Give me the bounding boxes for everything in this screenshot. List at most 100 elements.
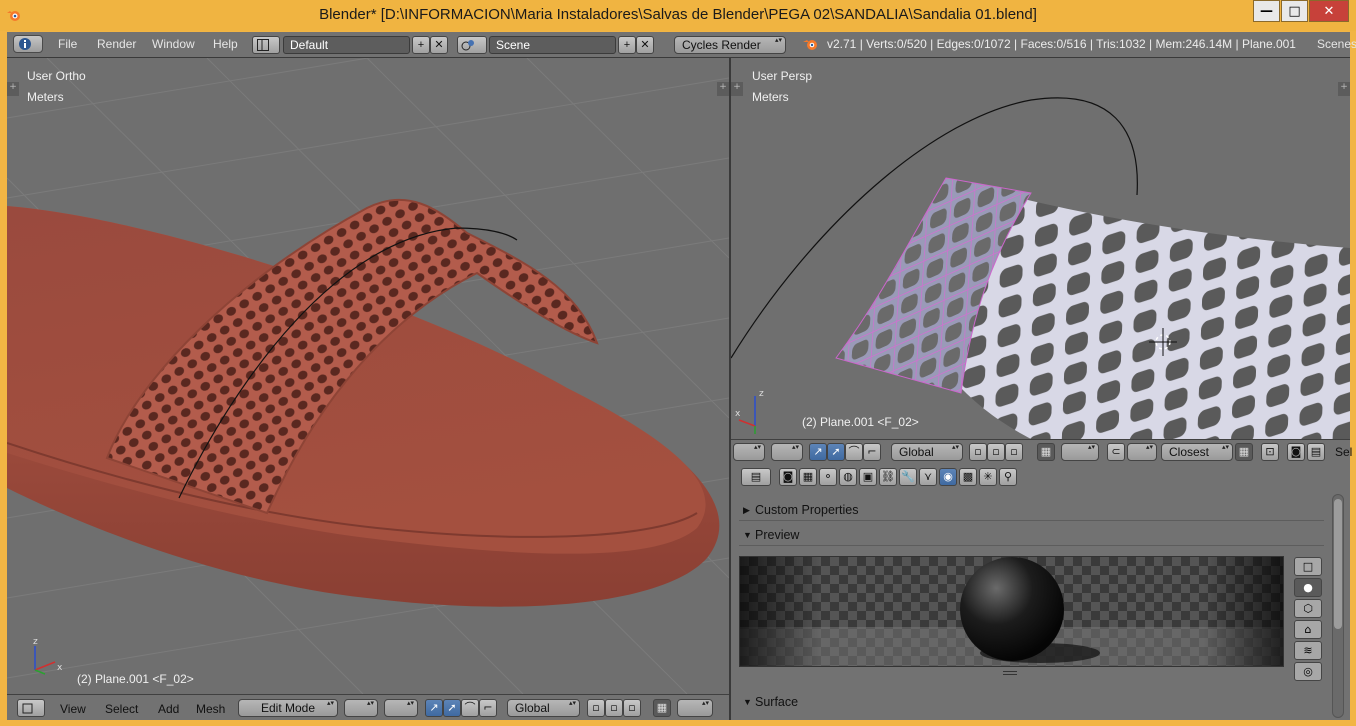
info-icon xyxy=(19,38,31,50)
info-header: File Render Window Help Default + ✕ Scen… xyxy=(7,32,1356,58)
menu-view[interactable]: View xyxy=(60,702,86,716)
tab-render-layers-icon[interactable]: ▦ xyxy=(799,468,817,486)
scene-selector[interactable] xyxy=(457,36,487,54)
screen-layout-selector[interactable] xyxy=(252,36,280,54)
render-image-button[interactable]: ◙ xyxy=(1287,443,1305,461)
snap-target-dropdown[interactable]: Closest xyxy=(1161,443,1233,461)
tab-object-icon[interactable]: ▣ xyxy=(859,468,877,486)
properties-scrollbar[interactable] xyxy=(1332,494,1344,718)
collapsed-triangle-icon: ▶ xyxy=(743,505,750,515)
tab-texture-icon[interactable]: ▩ xyxy=(959,468,977,486)
limit-selection-toggle[interactable]: ▦ xyxy=(653,699,671,717)
tab-world-icon[interactable]: ◍ xyxy=(839,468,857,486)
properties-editor: ▤ ◙ ▦ ⚬ ◍ ▣ ⛓ 🔧 ⋎ ◉ ▩ ✳ ⚲ ▶ Custom Prope… xyxy=(731,464,1350,720)
right-vertex-select[interactable]: ▫ xyxy=(969,443,987,461)
right-region-toggle[interactable]: + xyxy=(731,82,743,96)
right-viewport-header: ↗ ➚ ⌒ ⌐ Global ▫ ▫ ▫ ▦ ⊂ Closest ▦ ⊡ ◙ ▤… xyxy=(731,439,1353,464)
tab-data-icon[interactable]: ⋎ xyxy=(919,468,937,486)
preview-cube-button[interactable]: ⬡ xyxy=(1294,599,1322,618)
render-animation-button[interactable]: ▤ xyxy=(1307,443,1325,461)
preview-sky-button[interactable]: ◎ xyxy=(1294,662,1322,681)
right-face-select[interactable]: ▫ xyxy=(1005,443,1023,461)
svg-text:x: x xyxy=(735,409,741,419)
tab-constraints-icon[interactable]: ⛓ xyxy=(879,468,897,486)
right-proportional-edit[interactable] xyxy=(1061,443,1099,461)
blender-icon xyxy=(803,40,817,50)
translate-manipulator[interactable]: ➚ xyxy=(443,699,461,717)
right-region-toggle-right[interactable]: + xyxy=(1338,82,1350,96)
menu-window[interactable]: Window xyxy=(152,37,195,51)
preview-sphere-button[interactable]: ● xyxy=(1294,578,1322,597)
panel-surface[interactable]: ▼ Surface xyxy=(739,691,1324,713)
add-layout-button[interactable]: + xyxy=(412,36,430,54)
menu-add[interactable]: Add xyxy=(158,702,179,716)
pivot-point-dropdown[interactable] xyxy=(384,699,418,717)
svg-text:x: x xyxy=(57,663,63,673)
right-viewport-shading[interactable] xyxy=(733,443,765,461)
render-engine-dropdown[interactable]: Cycles Render xyxy=(674,36,786,54)
edge-select-mode[interactable]: ▫ xyxy=(605,699,623,717)
snap-toggle[interactable]: ⊂ xyxy=(1107,443,1125,461)
right-3d-viewport[interactable]: User Persp Meters (2) Plane.001 <F_02> z… xyxy=(731,58,1350,439)
right-orientation-dropdown[interactable]: Global xyxy=(891,443,963,461)
face-select-mode[interactable]: ▫ xyxy=(623,699,641,717)
tab-particles-icon[interactable]: ✳ xyxy=(979,468,997,486)
right-scale-manipulator[interactable]: ⌐ xyxy=(863,443,881,461)
properties-editor-type[interactable]: ▤ xyxy=(741,468,771,486)
preview-resize-handle[interactable] xyxy=(1003,671,1017,675)
tab-render-icon[interactable]: ◙ xyxy=(779,468,797,486)
viewport-shading-dropdown[interactable] xyxy=(344,699,378,717)
transform-orientation-dropdown[interactable]: Global xyxy=(507,699,580,717)
properties-context-tabs: ◙ ▦ ⚬ ◍ ▣ ⛓ 🔧 ⋎ ◉ ▩ ✳ ⚲ xyxy=(779,468,1031,488)
menu-help[interactable]: Help xyxy=(213,37,238,51)
tab-material-icon[interactable]: ◉ xyxy=(939,468,957,486)
maximize-button[interactable]: □ xyxy=(1281,0,1308,22)
sel-label: Sel xyxy=(1335,445,1353,459)
right-limit-selection[interactable]: ▦ xyxy=(1037,443,1055,461)
right-manipulator-toggle[interactable]: ↗ xyxy=(809,443,827,461)
minimize-button[interactable]: — xyxy=(1253,0,1280,22)
menu-mesh[interactable]: Mesh xyxy=(196,702,225,716)
scene-statistics: v2.71 | Verts:0/520 | Edges:0/1072 | Fac… xyxy=(827,37,1296,51)
left-region-toggle-right[interactable]: + xyxy=(717,82,729,96)
scale-manipulator[interactable]: ⌐ xyxy=(479,699,497,717)
rotate-manipulator[interactable]: ⌒ xyxy=(461,699,479,717)
preview-flat-button[interactable]: □ xyxy=(1294,557,1322,576)
properties-scrollbar-thumb[interactable] xyxy=(1334,499,1342,629)
panel-preview[interactable]: ▼ Preview xyxy=(739,524,1324,546)
left-region-toggle[interactable]: + xyxy=(7,82,19,96)
preview-hair-button[interactable]: ≋ xyxy=(1294,641,1322,660)
remove-scene-button[interactable]: ✕ xyxy=(636,36,654,54)
cube-icon xyxy=(22,703,33,714)
snap-align-toggle[interactable]: ▦ xyxy=(1235,443,1253,461)
add-scene-button[interactable]: + xyxy=(618,36,636,54)
snap-element-dropdown[interactable] xyxy=(1127,443,1157,461)
right-translate-manipulator[interactable]: ➚ xyxy=(827,443,845,461)
right-view-name: User Persp xyxy=(752,69,813,83)
scene-field[interactable]: Scene xyxy=(489,36,616,54)
left-editor-type[interactable] xyxy=(17,699,45,717)
area-divider[interactable] xyxy=(729,58,731,720)
preview-monkey-button[interactable]: ⌂ xyxy=(1294,620,1322,639)
right-edge-select[interactable]: ▫ xyxy=(987,443,1005,461)
menu-render[interactable]: Render xyxy=(97,37,136,51)
tab-modifiers-icon[interactable]: 🔧 xyxy=(899,468,917,486)
tab-scene-icon[interactable]: ⚬ xyxy=(819,468,837,486)
menu-file[interactable]: File xyxy=(58,37,77,51)
remove-layout-button[interactable]: ✕ xyxy=(430,36,448,54)
tab-physics-icon[interactable]: ⚲ xyxy=(999,468,1017,486)
opengl-render-button[interactable]: ⊡ xyxy=(1261,443,1279,461)
close-button[interactable]: ✕ xyxy=(1309,0,1349,22)
vertex-select-mode[interactable]: ▫ xyxy=(587,699,605,717)
editor-type-button[interactable] xyxy=(13,35,43,53)
screen-layout-field[interactable]: Default xyxy=(283,36,410,54)
panel-custom-properties[interactable]: ▶ Custom Properties xyxy=(739,499,1324,521)
proportional-edit-dropdown[interactable] xyxy=(677,699,713,717)
menu-select[interactable]: Select xyxy=(105,702,138,716)
right-pivot-point[interactable] xyxy=(771,443,803,461)
expanded-triangle-icon: ▼ xyxy=(743,530,752,540)
left-3d-viewport[interactable]: User Ortho Meters (2) Plane.001 <F_02> z… xyxy=(7,58,729,694)
mode-dropdown[interactable]: Edit Mode xyxy=(238,699,338,717)
manipulator-toggle[interactable]: ↗ xyxy=(425,699,443,717)
right-rotate-manipulator[interactable]: ⌒ xyxy=(845,443,863,461)
